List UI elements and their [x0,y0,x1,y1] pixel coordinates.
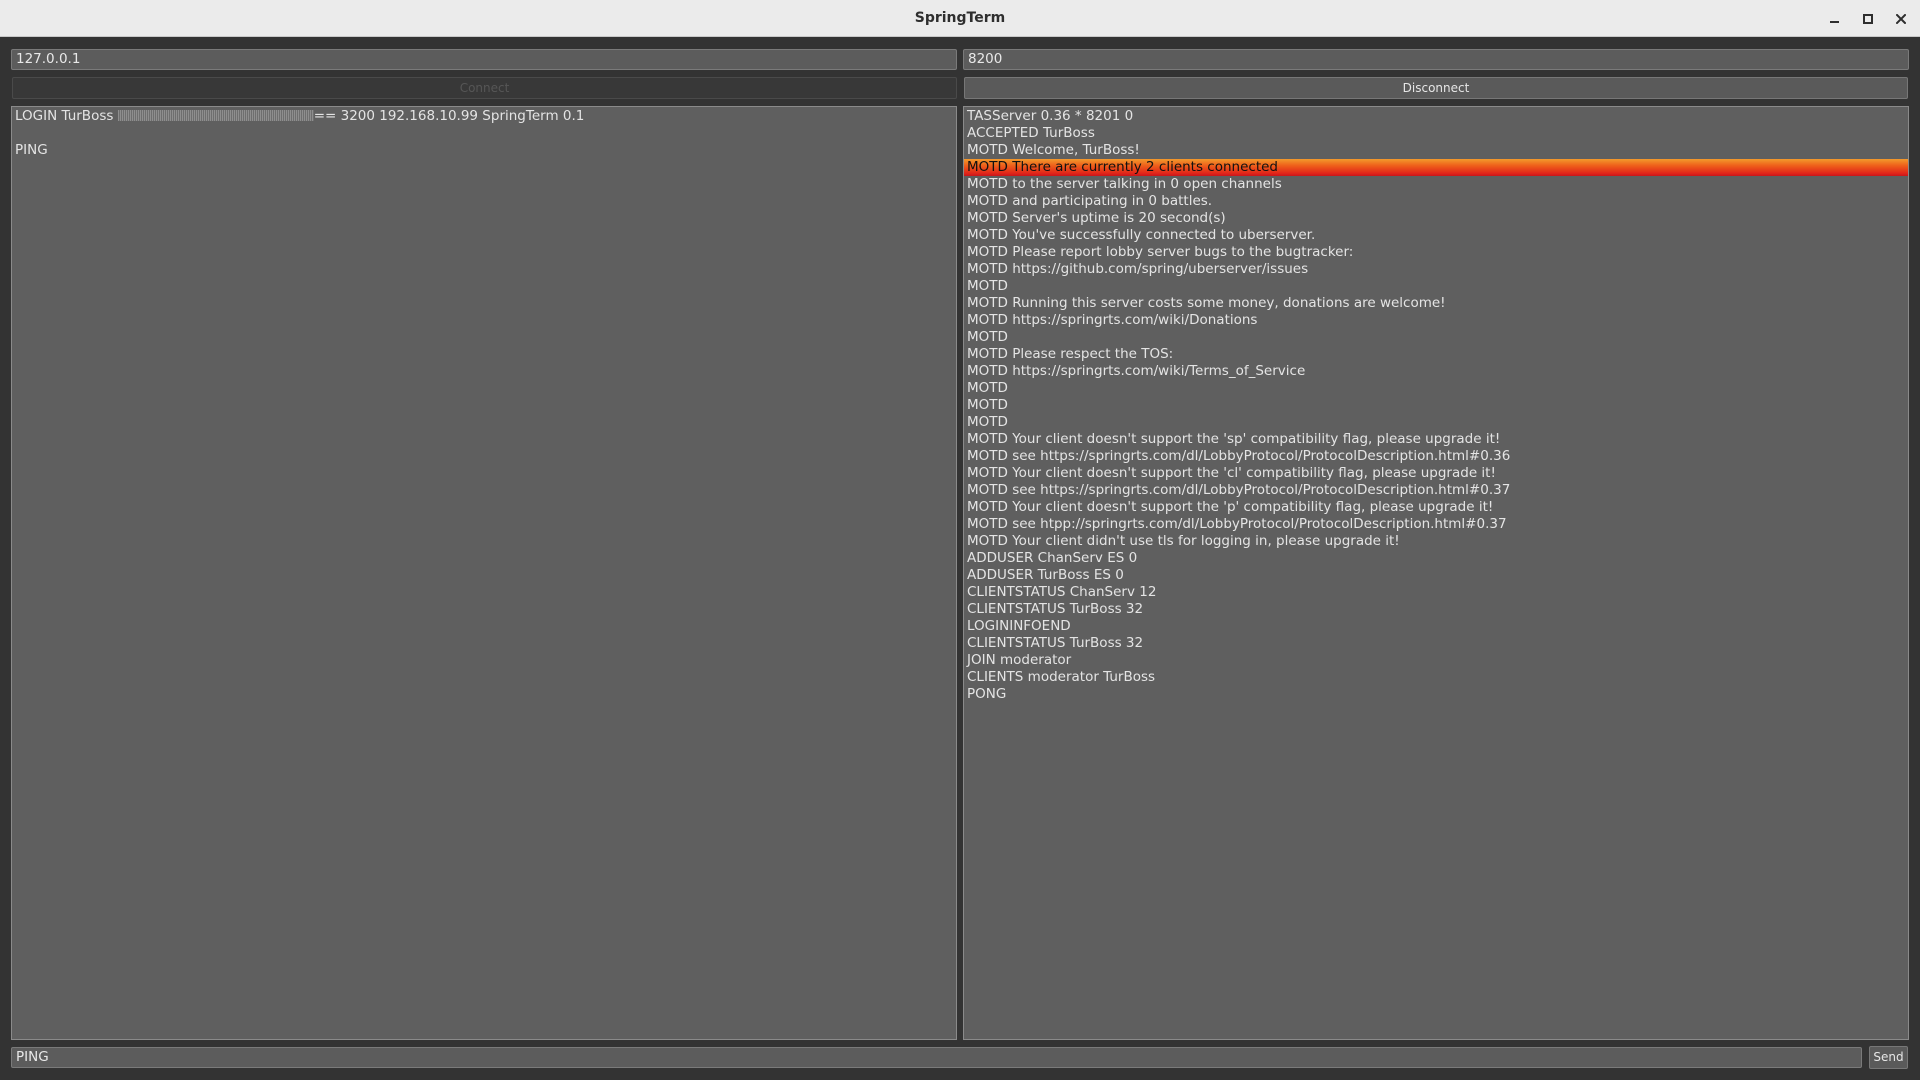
sent-log-line [12,125,956,142]
received-log-line: MOTD You've successfully connected to ub… [967,227,1316,243]
received-log-line: MOTD Your client doesn't support the 'sp… [967,431,1501,447]
connect-button: Connect [12,77,957,99]
sent-log-line: PING [15,142,48,158]
received-log-line: LOGININFOEND [967,618,1071,634]
host-input[interactable]: 127.0.0.1 [11,49,957,70]
minimize-button[interactable] [1821,6,1847,32]
received-log-line: MOTD [967,329,1008,345]
received-log-line: MOTD Your client didn't use tls for logg… [967,533,1400,549]
received-log-line: CLIENTSTATUS TurBoss 32 [967,635,1144,651]
received-log-panel[interactable]: TASServer 0.36 * 8201 0 ACCEPTED TurBoss M… [963,106,1909,1040]
received-log-line: MOTD Your client doesn't support the 'p'… [967,499,1494,515]
received-log-line: MOTD Server's uptime is 20 second(s) [967,210,1226,226]
received-log-line: MOTD There are currently 2 clients conne… [964,159,1908,176]
close-button[interactable] [1888,6,1914,32]
received-log-line: MOTD Welcome, TurBoss! [967,142,1140,158]
received-log-line: JOIN moderator [967,652,1072,668]
received-log-line: TASServer 0.36 * 8201 0 [967,108,1134,124]
received-log-line: CLIENTS moderator TurBoss [967,669,1156,685]
title-bar: SpringTerm [0,0,1920,37]
received-log-line: MOTD https://github.com/spring/uberserve… [967,261,1309,277]
received-log-line: MOTD see https://springrts.com/dl/LobbyP… [967,448,1511,464]
port-input[interactable]: 8200 [963,49,1909,70]
received-log-line: MOTD and participating in 0 battles. [967,193,1213,209]
login-command-prefix: LOGIN TurBoss [15,108,118,124]
received-log-line: ADDUSER ChanServ ES 0 [967,550,1138,566]
app-window: SpringTerm 127.0.0.1 8200 Connect Discon… [0,0,1920,1080]
received-log-line: MOTD [967,397,1008,413]
received-log-line: CLIENTSTATUS ChanServ 12 [967,584,1157,600]
masked-password [117,110,314,121]
close-icon [1896,14,1906,24]
command-input[interactable]: PING [11,1047,1862,1068]
received-log-line: MOTD Running this server costs some mone… [967,295,1446,311]
received-log-line: MOTD Please respect the TOS: [967,346,1174,362]
received-log-line: PONG [967,686,1007,702]
received-log-line: MOTD https://springrts.com/wiki/Donation… [967,312,1258,328]
send-button[interactable]: Send [1869,1046,1908,1069]
received-log-line: ACCEPTED TurBoss [967,125,1095,141]
disconnect-button[interactable]: Disconnect [964,77,1908,99]
sent-log-line: LOGIN TurBoss == 3200 192.168.10.99 Spri… [12,108,956,125]
sent-log-panel[interactable]: LOGIN TurBoss == 3200 192.168.10.99 Spri… [11,106,957,1040]
received-log-line: MOTD Please report lobby server bugs to … [967,244,1354,260]
received-log-line: MOTD [967,380,1008,396]
received-log-line: MOTD to the server talking in 0 open cha… [967,176,1282,192]
received-log-line: ADDUSER TurBoss ES 0 [967,567,1124,583]
minimize-icon [1829,21,1839,23]
received-log-line: MOTD https://springrts.com/wiki/Terms_of… [967,363,1306,379]
received-log-line: MOTD see https://springrts.com/dl/LobbyP… [967,482,1511,498]
maximize-button[interactable] [1855,6,1881,32]
login-command-suffix: == 3200 192.168.10.99 SpringTerm 0.1 [313,108,585,124]
received-log-lines: TASServer 0.36 * 8201 0 ACCEPTED TurBoss M… [964,108,1908,703]
received-log-line: MOTD [967,278,1008,294]
received-log-line: MOTD Your client doesn't support the 'cl… [967,465,1496,481]
sent-log-lines: PING [12,125,956,159]
received-log-line: CLIENTSTATUS TurBoss 32 [967,601,1144,617]
received-log-line: MOTD see htpp://springrts.com/dl/LobbyPr… [967,516,1507,532]
received-log-line: MOTD [967,414,1008,430]
window-title: SpringTerm [914,10,1006,26]
maximize-icon [1863,14,1873,24]
